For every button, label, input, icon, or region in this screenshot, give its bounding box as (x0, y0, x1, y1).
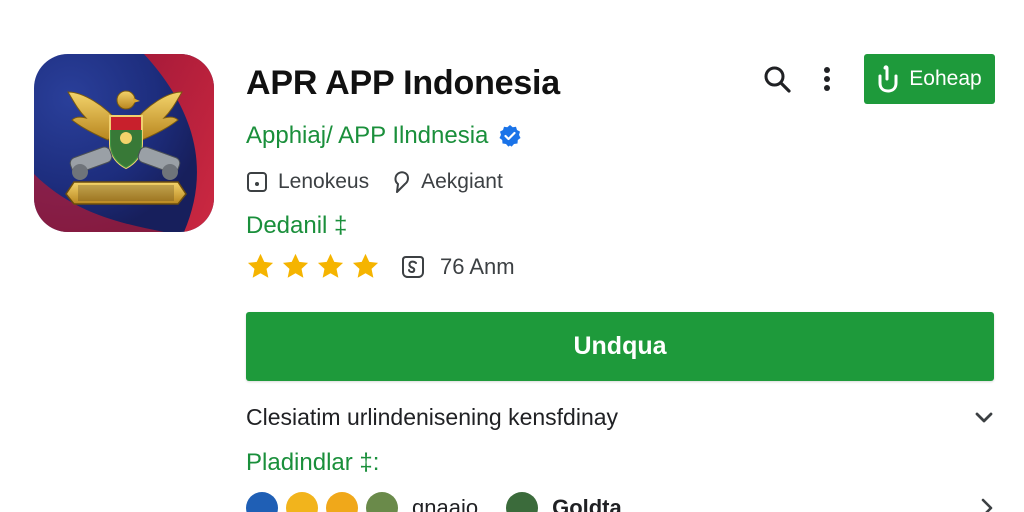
square-icon (247, 172, 267, 192)
bottom-row[interactable]: qnaajo Goldta (246, 488, 994, 512)
developer-name: Apphiaj/ APP Ilndnesia (246, 122, 489, 149)
reviews-icon (402, 255, 424, 278)
small-install-label: Eoheap (909, 67, 982, 90)
chevron-right-icon[interactable] (980, 497, 994, 512)
rating-row: 76 Anm (246, 252, 515, 281)
avatar (286, 492, 318, 512)
star-icon (247, 253, 274, 278)
chevron-down-icon (975, 412, 993, 422)
top-actions: Eoheap (760, 54, 995, 104)
install-hand-icon (878, 65, 898, 93)
meta-category-label: Lenokeus (278, 170, 370, 193)
avatar (326, 492, 358, 512)
reviews-count: 76 Anm (400, 254, 515, 280)
description-row[interactable]: Clesiatim urlindenisening kensfdinay (246, 404, 994, 431)
install-button-label: Undqua (573, 332, 667, 360)
app-icon (34, 54, 214, 232)
bottom-user-name: Goldta (552, 495, 622, 512)
app-title: APR APP Indonesia (246, 64, 561, 102)
verified-icon (499, 125, 521, 147)
search-icon (764, 66, 791, 93)
reviews-label: 76 Anm (440, 253, 515, 279)
avatar (366, 492, 398, 512)
star-icon (282, 253, 309, 278)
bottom-label: qnaajo (412, 495, 479, 512)
developer-link[interactable]: Apphiaj/ APP Ilndnesia (246, 122, 522, 150)
search-button[interactable] (760, 62, 794, 96)
pin-icon (394, 171, 410, 193)
avatar (506, 492, 539, 512)
rating-stars (246, 252, 380, 281)
section-label: Pladindlar ‡: (246, 449, 380, 476)
price-label: Dedanil ‡ (246, 212, 348, 239)
avatar (246, 492, 278, 512)
meta-item-region: Aekgiant (391, 170, 503, 194)
meta-row: Lenokeus Aekgiant (246, 170, 503, 194)
install-button[interactable]: Undqua (246, 312, 994, 381)
more-options-button[interactable] (810, 62, 844, 96)
star-icon (317, 253, 344, 278)
star-icon (352, 253, 379, 278)
small-install-button[interactable]: Eoheap (864, 54, 995, 104)
meta-region-label: Aekgiant (421, 170, 503, 193)
description-text: Clesiatim urlindenisening kensfdinay (246, 404, 619, 430)
more-vertical-icon (824, 67, 830, 91)
meta-item-category: Lenokeus (246, 170, 369, 194)
